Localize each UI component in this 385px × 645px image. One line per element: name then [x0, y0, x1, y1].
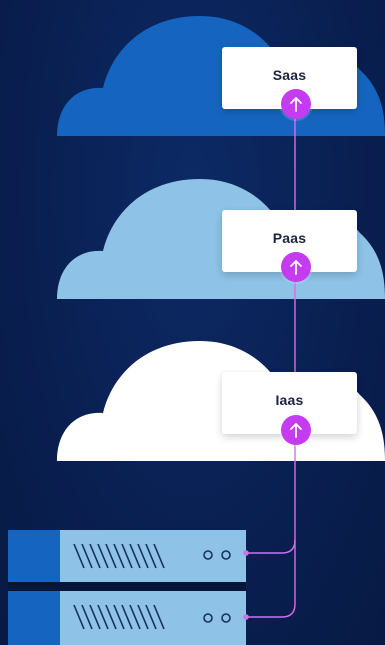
connector-dot — [243, 614, 249, 620]
arrow-up-icon — [281, 252, 311, 282]
card-iaas-label: Iaas — [275, 392, 304, 408]
connector-dot — [243, 550, 249, 556]
card-saas-label: Saas — [272, 67, 307, 83]
arrow-up-icon — [281, 89, 311, 119]
server-unit-bottom — [8, 591, 246, 645]
server-unit-top — [8, 530, 246, 582]
card-paas-label: Paas — [272, 230, 307, 246]
server-gap — [8, 582, 246, 591]
arrow-up-icon — [281, 415, 311, 445]
diagram-stage: Saas Paas Iaas — [0, 0, 385, 645]
